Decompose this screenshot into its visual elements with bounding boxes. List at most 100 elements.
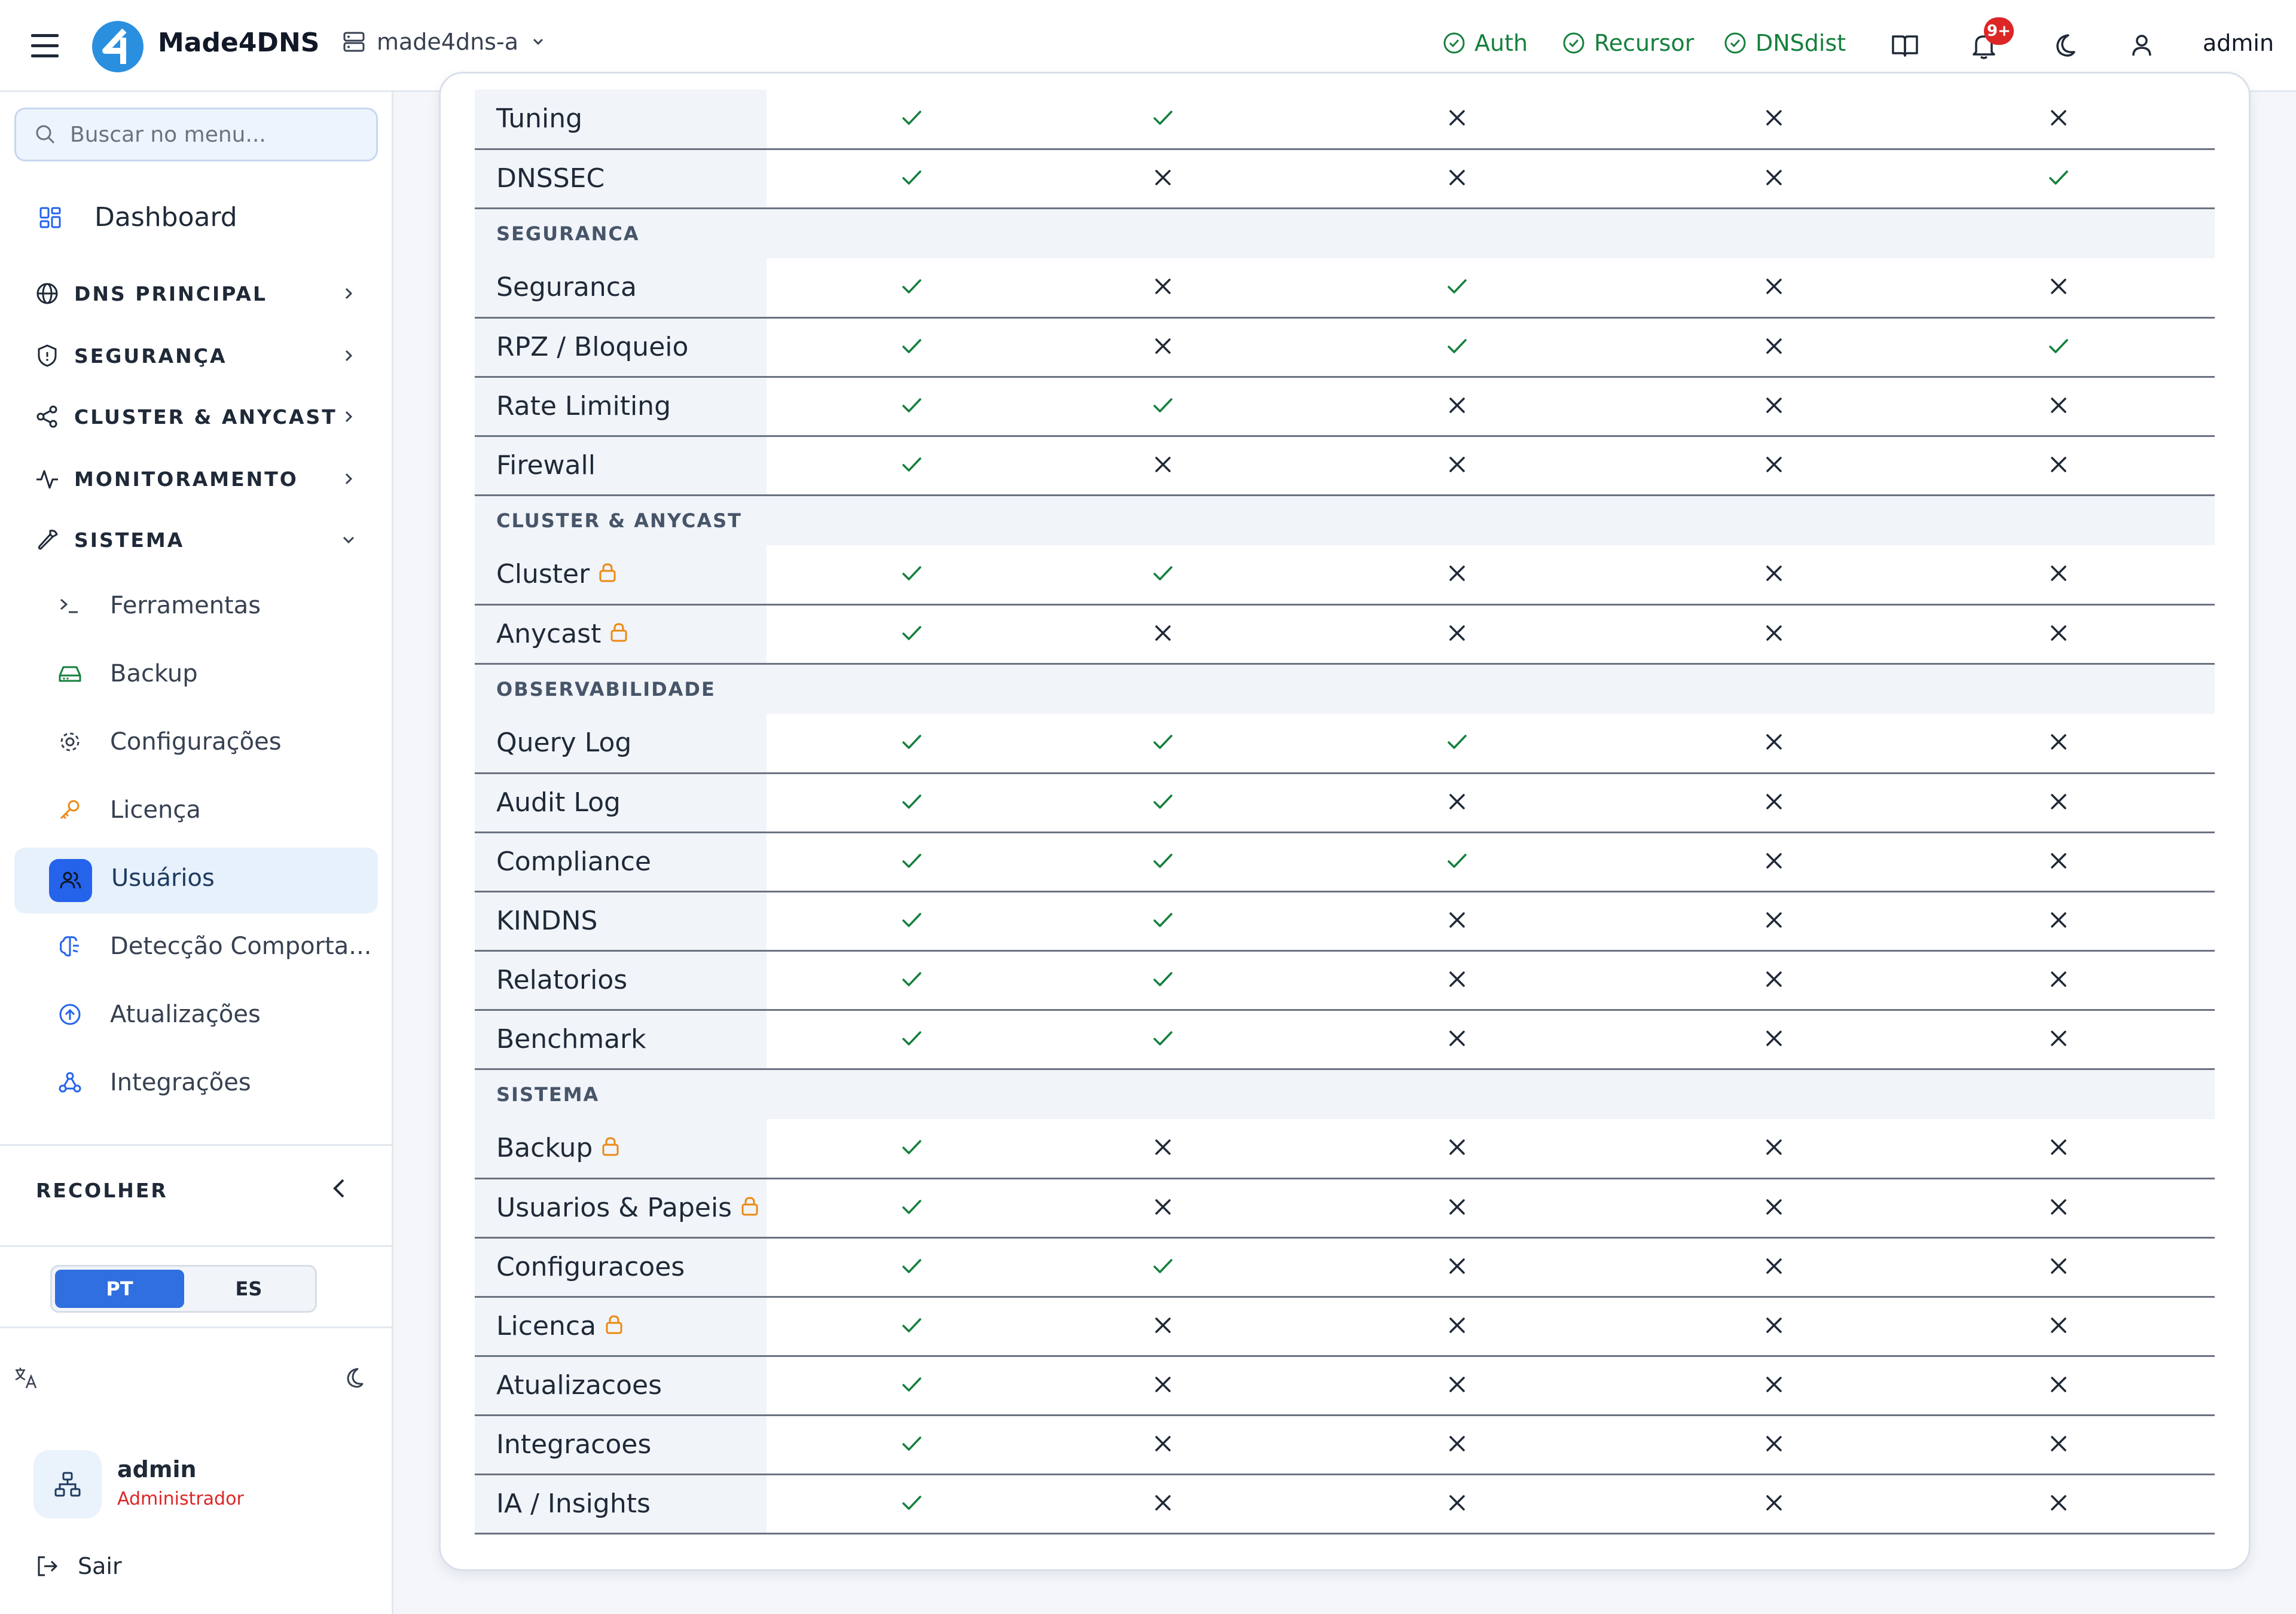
x-icon bbox=[1151, 1432, 1175, 1458]
sidebar-section-label: DNS PRINCIPAL bbox=[74, 282, 267, 305]
sidebar-item-dashboard[interactable]: Dashboard bbox=[38, 202, 237, 233]
permission-cell bbox=[767, 714, 1057, 774]
check-icon bbox=[1151, 393, 1175, 420]
permission-cell bbox=[767, 1415, 1057, 1475]
webhook-icon bbox=[59, 1072, 81, 1093]
lock-icon bbox=[740, 1193, 759, 1223]
feature-cell: Licenca bbox=[475, 1297, 767, 1357]
status-label: DNSdist bbox=[1755, 30, 1846, 56]
docs-book-icon[interactable] bbox=[1887, 27, 1923, 63]
permission-cell bbox=[1903, 377, 2215, 437]
permission-cell bbox=[1269, 1178, 1645, 1239]
permission-cell bbox=[1269, 1297, 1645, 1357]
translate-icon bbox=[13, 1365, 38, 1393]
sidebar-section-seguranca[interactable]: SEGURANÇA bbox=[35, 343, 358, 368]
x-icon bbox=[1445, 1135, 1469, 1161]
check-circle-icon bbox=[1443, 32, 1465, 54]
menu-icon[interactable] bbox=[31, 33, 61, 59]
brand-name: Made4DNS bbox=[158, 27, 320, 58]
sidebar-item-deteccao-comportamental[interactable]: Detecção Comporta... bbox=[57, 933, 371, 960]
status-dnsdist[interactable]: DNSdist bbox=[1723, 30, 1846, 56]
x-icon bbox=[1762, 453, 1786, 479]
permission-cell bbox=[1645, 1297, 1903, 1357]
x-icon bbox=[1445, 1491, 1469, 1517]
permission-cell bbox=[1903, 714, 2215, 774]
moon-icon[interactable] bbox=[341, 1365, 366, 1393]
x-icon bbox=[1445, 1313, 1469, 1340]
sidebar-item-label: Usuários bbox=[111, 864, 215, 892]
feature-label-wrap: Audit Log bbox=[496, 787, 621, 818]
permission-cell bbox=[1057, 377, 1269, 437]
check-icon bbox=[1151, 730, 1175, 756]
sidebar-item-label: Licença bbox=[110, 796, 201, 824]
sidebar-item-label: Atualizações bbox=[110, 1001, 261, 1028]
sidebar-item-integracoes[interactable]: Integrações bbox=[57, 1069, 251, 1096]
notification-badge: 9+ bbox=[1984, 17, 2014, 45]
check-icon bbox=[900, 1254, 924, 1280]
table-row: Benchmark bbox=[475, 1010, 2215, 1070]
sidebar-section-cluster-anycast[interactable]: CLUSTER & ANYCAST bbox=[35, 404, 358, 429]
feature-label-wrap: IA / Insights bbox=[496, 1488, 651, 1519]
feature-label-wrap: Relatorios bbox=[496, 965, 627, 995]
lang-pt-button[interactable]: PT bbox=[55, 1270, 184, 1308]
permission-cell bbox=[767, 950, 1057, 1011]
feature-label: Compliance bbox=[496, 846, 651, 877]
check-icon bbox=[1151, 908, 1175, 934]
chevron-left-icon[interactable] bbox=[326, 1175, 353, 1204]
feature-label: Usuarios & Papeis bbox=[496, 1193, 732, 1223]
permission-cell bbox=[1645, 604, 1903, 665]
check-icon bbox=[900, 561, 924, 588]
permission-cell bbox=[1057, 545, 1269, 606]
sidebar-item-usuarios[interactable]: Usuários bbox=[111, 864, 215, 892]
permission-cell bbox=[1269, 1010, 1645, 1070]
feature-label-wrap: Licenca bbox=[496, 1311, 624, 1341]
permission-cell bbox=[1903, 149, 2215, 209]
feature-cell: KINDNS bbox=[475, 891, 767, 952]
permission-cell bbox=[1057, 1178, 1269, 1239]
permission-cell bbox=[1057, 832, 1269, 892]
table-row: Tuning bbox=[475, 90, 2215, 150]
logout-button[interactable]: Sair bbox=[35, 1553, 122, 1579]
feature-cell: DNSSEC bbox=[475, 149, 767, 209]
avatar[interactable] bbox=[33, 1450, 102, 1518]
permission-cell bbox=[1903, 317, 2215, 378]
sidebar-section-dns-principal[interactable]: DNS PRINCIPAL bbox=[35, 281, 358, 306]
check-icon bbox=[900, 621, 924, 647]
header-username[interactable]: admin bbox=[2203, 30, 2274, 56]
sidebar-item-atualizacoes[interactable]: Atualizações bbox=[57, 1001, 261, 1028]
x-icon bbox=[1151, 453, 1175, 479]
sidebar-section-sistema[interactable]: SISTEMA bbox=[35, 527, 358, 552]
sidebar-item-licenca[interactable]: Licença bbox=[57, 796, 201, 824]
sidebar-item-backup[interactable]: Backup bbox=[57, 660, 198, 687]
status-auth[interactable]: Auth bbox=[1442, 30, 1528, 56]
sidebar-item-ferramentas[interactable]: Ferramentas bbox=[57, 592, 261, 619]
server-name: made4dns-a bbox=[377, 29, 518, 55]
permission-cell bbox=[767, 149, 1057, 209]
permission-cell bbox=[1645, 436, 1903, 496]
sidebar-item-configuracoes[interactable]: Configurações bbox=[57, 728, 282, 756]
feature-label: Atualizacoes bbox=[496, 1370, 662, 1401]
check-icon bbox=[900, 849, 924, 875]
x-icon bbox=[1762, 1491, 1786, 1517]
lang-es-button[interactable]: ES bbox=[184, 1270, 313, 1308]
x-icon bbox=[1151, 166, 1175, 192]
sidebar-section-monitoramento[interactable]: MONITORAMENTO bbox=[35, 466, 358, 491]
permission-cell bbox=[1057, 604, 1269, 665]
sidebar-item-label: Integrações bbox=[110, 1069, 251, 1096]
server-selector[interactable]: made4dns-a bbox=[342, 29, 547, 55]
feature-label: Backup bbox=[496, 1133, 593, 1164]
moon-icon[interactable] bbox=[2045, 27, 2081, 63]
status-recursor[interactable]: Recursor bbox=[1562, 30, 1694, 56]
table-row: Query Log bbox=[475, 714, 2215, 774]
x-icon bbox=[1445, 967, 1469, 994]
feature-label: Rate Limiting bbox=[496, 391, 671, 421]
sidebar-section-label: SEGURANÇA bbox=[74, 344, 227, 368]
search-input[interactable]: Buscar no menu... bbox=[70, 123, 266, 147]
x-icon bbox=[1762, 561, 1786, 588]
x-icon bbox=[1151, 1195, 1175, 1221]
x-icon bbox=[1762, 1026, 1786, 1053]
feature-label: DNSSEC bbox=[496, 163, 605, 194]
sidebar-search[interactable]: Buscar no menu... bbox=[14, 108, 378, 161]
user-icon[interactable] bbox=[2124, 27, 2160, 63]
feature-cell: Audit Log bbox=[475, 773, 767, 833]
